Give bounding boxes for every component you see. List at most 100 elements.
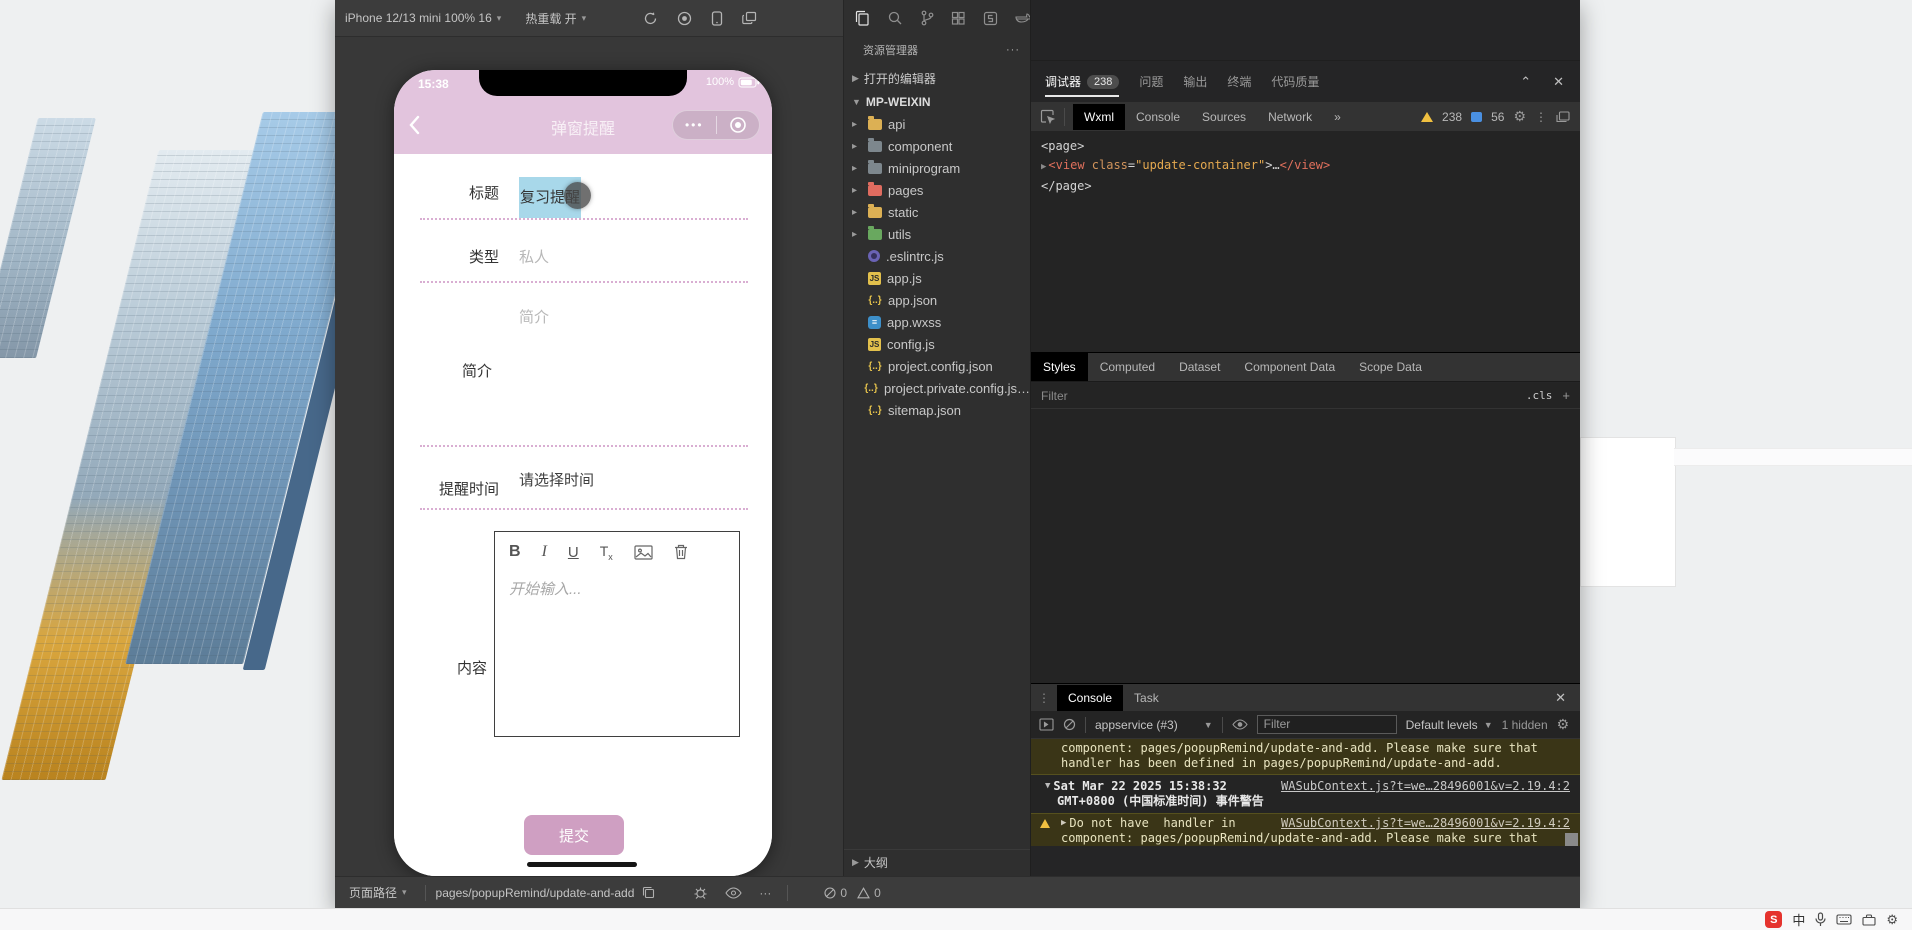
more-icon[interactable]: ··· [759, 886, 771, 900]
levels-selector[interactable]: Default levels ▼ [1406, 718, 1493, 732]
tab-console-panel[interactable]: Console [1057, 685, 1123, 711]
outline-section[interactable]: ▶ 大纲 [844, 849, 1030, 876]
extensions-icon[interactable] [951, 11, 966, 26]
collapse-icon[interactable]: ⌃ [1520, 74, 1531, 90]
rich-text-editor[interactable]: B I U Tx 开始输入... [494, 531, 740, 737]
gear-icon[interactable]: ⚙ [1886, 912, 1898, 928]
tab-debugger[interactable]: 调试器 238 [1045, 73, 1119, 97]
chevron-right-icon[interactable]: ▶ [1061, 816, 1066, 831]
styles-filter-input[interactable]: Filter [1041, 389, 1068, 403]
console-warning-row[interactable]: ▶ Do not have handler in WASubContext.js… [1031, 813, 1580, 846]
wxml-line[interactable]: </page> [1041, 177, 1580, 196]
console-filter-input[interactable]: Filter [1257, 715, 1397, 734]
chevron-right-icon[interactable]: ▶ [1041, 162, 1046, 172]
wxml-line[interactable]: <page> [1041, 137, 1580, 156]
tree-item-api[interactable]: ▸api [844, 113, 1030, 135]
bold-icon[interactable]: B [509, 543, 521, 561]
cls-toggle[interactable]: .cls [1526, 389, 1553, 402]
chevron-down-icon[interactable]: ▼ [1045, 779, 1050, 794]
search-icon[interactable] [887, 10, 903, 26]
clear-format-icon[interactable]: Tx [600, 543, 613, 562]
add-style-icon[interactable]: + [1562, 388, 1570, 403]
microphone-icon[interactable] [1815, 912, 1826, 927]
console-sidebar-icon[interactable] [1039, 718, 1054, 731]
tree-item-project-private-config[interactable]: project.private.config.js… [844, 377, 1030, 399]
tree-item-app-json[interactable]: app.json [844, 289, 1030, 311]
wxml-line[interactable]: ▶<view class="update-container">…</view> [1041, 156, 1580, 177]
resize-handle[interactable] [1565, 833, 1578, 846]
tab-computed[interactable]: Computed [1088, 353, 1167, 381]
close-console-icon[interactable]: ✕ [1555, 690, 1580, 706]
kebab-menu-icon[interactable]: ⋮ [1031, 691, 1057, 705]
tree-item-static[interactable]: ▸static [844, 201, 1030, 223]
time-picker[interactable]: 请选择时间 [519, 469, 594, 490]
page-path-label[interactable]: 页面路径 [349, 884, 397, 901]
underline-icon[interactable]: U [568, 544, 579, 561]
copy-path-icon[interactable] [642, 886, 655, 899]
tree-item-app-js[interactable]: app.js [844, 267, 1030, 289]
warning-total[interactable]: 238 [1442, 110, 1462, 124]
source-link[interactable]: WASubContext.js?t=we…28496001&v=2.19.4:2 [1281, 816, 1570, 831]
eye-icon[interactable] [1232, 719, 1248, 730]
close-icon[interactable]: ✕ [1553, 74, 1564, 90]
close-miniprogram-button[interactable] [717, 116, 760, 134]
context-selector[interactable]: appservice (#3) ▼ [1095, 718, 1213, 732]
insert-image-icon[interactable] [634, 545, 653, 560]
git-branch-icon[interactable] [920, 10, 934, 26]
tab-sources[interactable]: Sources [1191, 104, 1257, 130]
gear-icon[interactable]: ⚙ [1557, 716, 1570, 733]
tab-dataset[interactable]: Dataset [1167, 353, 1232, 381]
hot-reload-toggle[interactable]: 热重载 开 ▾ [525, 10, 586, 27]
gear-icon[interactable]: ⚙ [1513, 108, 1526, 125]
tab-component-data[interactable]: Component Data [1232, 353, 1347, 381]
keyboard-icon[interactable] [1836, 914, 1852, 925]
tab-task[interactable]: Task [1123, 685, 1170, 711]
explorer-more-icon[interactable]: ··· [1006, 44, 1020, 56]
tab-network[interactable]: Network [1257, 104, 1323, 130]
tree-item-project-config[interactable]: project.config.json [844, 355, 1030, 377]
device-selector[interactable]: iPhone 12/13 mini 100% 16 ▾ [345, 11, 501, 25]
source-link[interactable]: WASubContext.js?t=we…28496001&v=2.19.4:2 [1281, 779, 1570, 794]
refresh-icon[interactable] [643, 11, 658, 26]
files-icon[interactable] [854, 10, 870, 26]
ime-language-toggle[interactable]: 中 [1792, 910, 1805, 929]
tree-item-sitemap[interactable]: sitemap.json [844, 399, 1030, 421]
dock-side-icon[interactable] [1556, 111, 1570, 123]
inspect-element-icon[interactable] [1031, 109, 1064, 124]
debug-icon[interactable] [693, 885, 708, 900]
toolbox-icon[interactable] [1862, 914, 1876, 926]
phone-mode-icon[interactable] [711, 11, 723, 26]
tree-item-config-js[interactable]: config.js [844, 333, 1030, 355]
tree-item-component[interactable]: ▸component [844, 135, 1030, 157]
project-root[interactable]: ▼ MP-WEIXIN [844, 91, 1030, 113]
tree-item-app-wxss[interactable]: app.wxss [844, 311, 1030, 333]
tab-styles[interactable]: Styles [1031, 353, 1088, 381]
message-total[interactable]: 56 [1491, 110, 1504, 124]
tab-console[interactable]: Console [1125, 104, 1191, 130]
tree-item-pages[interactable]: ▸pages [844, 179, 1030, 201]
italic-icon[interactable]: I [542, 543, 547, 561]
type-input[interactable]: 私人 [519, 246, 549, 267]
kebab-menu-icon[interactable]: ⋮ [1535, 110, 1547, 124]
tree-item-utils[interactable]: ▸utils [844, 223, 1030, 245]
console-warning-tail[interactable]: component: pages/popupRemind/update-and-… [1031, 739, 1580, 775]
open-editors-section[interactable]: ▶ 打开的编辑器 [844, 66, 1030, 91]
clear-console-icon[interactable] [1063, 718, 1076, 731]
tree-item-eslintrc[interactable]: .eslintrc.js [844, 245, 1030, 267]
eye-icon[interactable] [725, 887, 742, 899]
tab-wxml[interactable]: Wxml [1073, 104, 1125, 130]
snippets-icon[interactable] [983, 11, 998, 26]
record-icon[interactable] [677, 11, 692, 26]
warning-count[interactable]: 0 [857, 886, 881, 900]
sogou-ime-icon[interactable]: S [1765, 911, 1782, 928]
tab-output[interactable]: 输出 [1183, 73, 1207, 90]
trash-icon[interactable] [674, 544, 688, 560]
console-group-row[interactable]: ▼ Sat Mar 22 2025 15:38:32 WASubContext.… [1031, 775, 1580, 813]
more-tabs-icon[interactable]: » [1323, 104, 1352, 130]
tab-terminal[interactable]: 终端 [1227, 73, 1251, 90]
tab-code-quality[interactable]: 代码质量 [1271, 73, 1319, 90]
submit-button[interactable]: 提交 [524, 815, 624, 855]
more-menu-button[interactable]: ••• [673, 111, 716, 139]
tree-item-miniprogram[interactable]: ▸miniprogram [844, 157, 1030, 179]
tab-scope-data[interactable]: Scope Data [1347, 353, 1434, 381]
